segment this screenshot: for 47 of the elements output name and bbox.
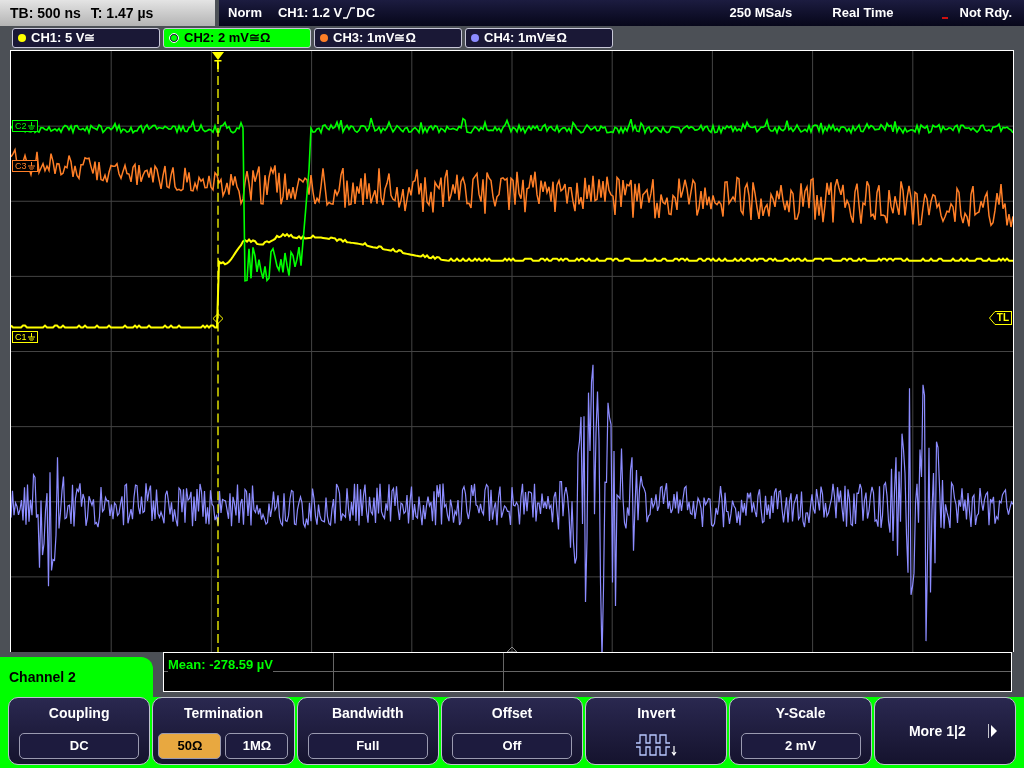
softkey[interactable]: Y-Scale 2 mV (729, 697, 872, 765)
softkey-label: Termination (183, 704, 263, 723)
softkey[interactable]: Bandwidth Full (296, 697, 439, 765)
trigger-coupling-text: DC (356, 4, 376, 23)
softkey[interactable]: Invert (585, 697, 728, 765)
trigger-mode-text: Norm (228, 4, 262, 23)
option-button[interactable]: 50Ω (158, 733, 222, 759)
trigger-marker: T (212, 52, 224, 71)
softkey-label: Offset (491, 704, 533, 723)
channel-marker: C1 (12, 331, 38, 343)
ground-icon (27, 122, 35, 130)
value-button[interactable]: Off (452, 733, 572, 759)
channel-tab[interactable]: CH2: 2 mV≅Ω (163, 28, 311, 48)
softkey-label: Y-Scale (775, 704, 826, 723)
acquisition-text: Real Time (832, 4, 894, 23)
ground-icon (27, 333, 35, 341)
value-button[interactable]: Full (307, 733, 428, 759)
timebase-text: TB: 500 ns (10, 3, 81, 23)
trigger-position-icon (212, 52, 224, 60)
channel-tab[interactable]: CH4: 1mV≅Ω (465, 28, 613, 48)
softkey-label: Invert (637, 704, 676, 723)
channel-tab[interactable]: CH3: 1mV≅Ω (314, 28, 462, 48)
trigger-source-text: CH1: 1.2 V (277, 4, 343, 23)
value-button[interactable]: 2 mV (740, 733, 861, 759)
softkey[interactable]: Coupling DC (8, 697, 151, 765)
option-button[interactable]: 1MΩ (225, 733, 289, 759)
pointer-icon (988, 311, 995, 325)
sample-rate-text: 250 MSa/s (729, 4, 793, 23)
channel-marker: C3 (12, 160, 38, 172)
status-indicator (941, 17, 948, 19)
trigger-point-icon (212, 313, 224, 325)
softkey-label: Coupling (48, 704, 110, 723)
channel-marker: C2 (12, 120, 38, 132)
softkey[interactable]: More 1|2 (873, 697, 1016, 765)
softkey[interactable]: Offset Off (440, 697, 584, 765)
softkey-label: Bandwidth (331, 704, 404, 723)
softkey[interactable]: Termination 50Ω 1MΩ (152, 697, 295, 765)
trigger-time-text: T: 1.47 µs (90, 3, 154, 23)
value-button[interactable]: DC (19, 733, 140, 759)
rising-edge-icon (343, 7, 356, 19)
next-arrow-icon (987, 724, 997, 738)
triangle-icon (506, 646, 518, 652)
invert-waveform-icon (635, 733, 678, 759)
acquisition-state-text: Not Rdy. (959, 4, 1012, 23)
softkey-label: More 1|2 (908, 721, 966, 741)
ground-icon (27, 162, 35, 170)
channel-tab[interactable]: CH1: 5 V≅ (12, 28, 160, 48)
